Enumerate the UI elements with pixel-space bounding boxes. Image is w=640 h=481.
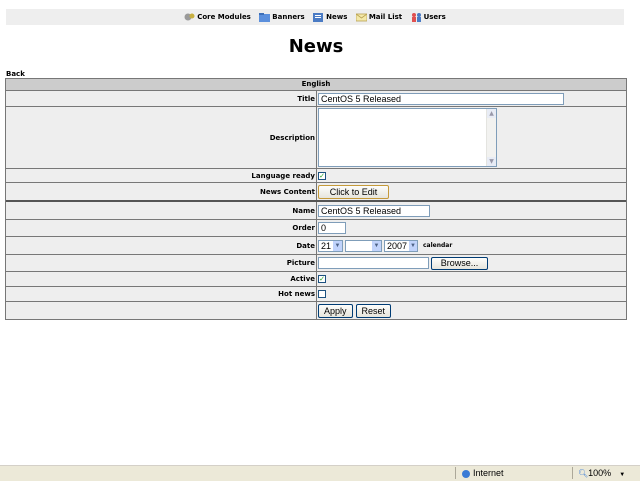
chevron-down-icon: ▼ — [619, 472, 626, 478]
zoom-label: 100% — [588, 468, 612, 478]
active-row: Active ✓ — [6, 272, 626, 287]
status-divider — [455, 467, 456, 479]
description-scrollbar[interactable]: ▲ ▼ — [486, 109, 496, 166]
hot-news-row: Hot news — [6, 287, 626, 302]
name-row: Name CentOS 5 Released — [6, 202, 626, 220]
nav-label: Mail List — [368, 13, 403, 21]
folder-icon — [259, 12, 271, 22]
news-icon — [313, 12, 324, 22]
hot-news-label: Hot news — [6, 287, 317, 301]
top-navigation: Core Modules Banners News Mail List User… — [6, 9, 624, 25]
title-input[interactable]: CentOS 5 Released — [318, 92, 564, 105]
nav-item-core-modules[interactable]: Core Modules — [184, 9, 251, 25]
description-row: Description ▲ ▼ — [6, 107, 626, 169]
scroll-down-icon[interactable]: ▼ — [487, 157, 496, 166]
back-link[interactable]: Back — [6, 70, 25, 78]
order-label: Order — [6, 220, 317, 236]
scroll-up-icon[interactable]: ▲ — [487, 109, 496, 118]
news-content-row: News Content Click to Edit — [6, 183, 626, 202]
nav-item-users[interactable]: Users — [411, 9, 446, 25]
date-year-value: 2007 — [387, 240, 408, 251]
description-label: Description — [6, 107, 317, 168]
zoom-control[interactable]: 🔍︎100% ▼ — [578, 468, 625, 478]
news-form: English Title CentOS 5 Released Descript… — [5, 78, 627, 320]
title-row: Title CentOS 5 Released — [6, 91, 626, 107]
chevron-down-icon: ▼ — [409, 240, 417, 251]
click-to-edit-button[interactable]: Click to Edit — [318, 184, 389, 199]
chevron-down-icon: ▼ — [333, 240, 342, 251]
browse-button[interactable]: Browse... — [431, 256, 488, 270]
mail-icon — [355, 12, 368, 22]
date-year-select[interactable]: 2007 ▼ — [384, 239, 418, 252]
actions-label-cell — [6, 302, 317, 319]
active-label: Active — [6, 272, 317, 286]
reset-button[interactable]: Reset — [355, 303, 392, 318]
zoom-icon: 🔍︎ — [578, 469, 589, 478]
globe-icon — [462, 469, 470, 478]
calendar-link[interactable]: calendar — [423, 242, 452, 249]
picture-label: Picture — [6, 255, 317, 271]
date-day-select[interactable]: 21 ▼ — [318, 239, 343, 252]
security-zone: Internet — [462, 468, 504, 478]
name-label: Name — [6, 202, 317, 219]
status-divider — [572, 467, 573, 479]
nav-item-news[interactable]: News — [313, 9, 347, 25]
zone-label: Internet — [473, 468, 504, 478]
language-ready-label: Language ready — [6, 169, 317, 182]
language-section-header: English — [6, 79, 626, 91]
name-input[interactable]: CentOS 5 Released — [318, 204, 430, 217]
title-label: Title — [6, 91, 317, 106]
page-title: News — [288, 36, 344, 57]
modules-icon — [184, 12, 195, 22]
nav-label: Users — [423, 13, 446, 21]
language-ready-row: Language ready ✓ — [6, 169, 626, 183]
nav-label: News — [326, 13, 348, 21]
nav-item-banners[interactable]: Banners — [259, 9, 305, 25]
date-month-select[interactable]: ▼ — [345, 239, 382, 252]
actions-row: Apply Reset — [6, 302, 626, 319]
picture-input[interactable] — [318, 257, 429, 269]
active-checkbox[interactable]: ✓ — [318, 275, 326, 283]
picture-row: Picture Browse... — [6, 255, 626, 272]
apply-button[interactable]: Apply — [318, 303, 353, 318]
users-icon — [411, 12, 422, 22]
chevron-down-icon: ▼ — [372, 240, 381, 251]
order-input[interactable]: 0 — [318, 222, 346, 234]
nav-item-mail-list[interactable]: Mail List — [355, 9, 403, 25]
news-content-label: News Content — [6, 183, 317, 200]
hot-news-checkbox[interactable] — [318, 290, 326, 298]
nav-label: Banners — [272, 13, 305, 21]
language-ready-checkbox[interactable]: ✓ — [318, 171, 326, 180]
order-row: Order 0 — [6, 220, 626, 237]
nav-label: Core Modules — [197, 13, 251, 21]
date-day-value: 21 — [321, 240, 332, 251]
browser-status-bar: Internet 🔍︎100% ▼ — [0, 465, 640, 481]
date-row: Date 21 ▼ ▼ 2007 ▼ calendar — [6, 237, 626, 255]
description-textarea[interactable]: ▲ ▼ — [318, 108, 497, 167]
date-label: Date — [6, 237, 317, 254]
